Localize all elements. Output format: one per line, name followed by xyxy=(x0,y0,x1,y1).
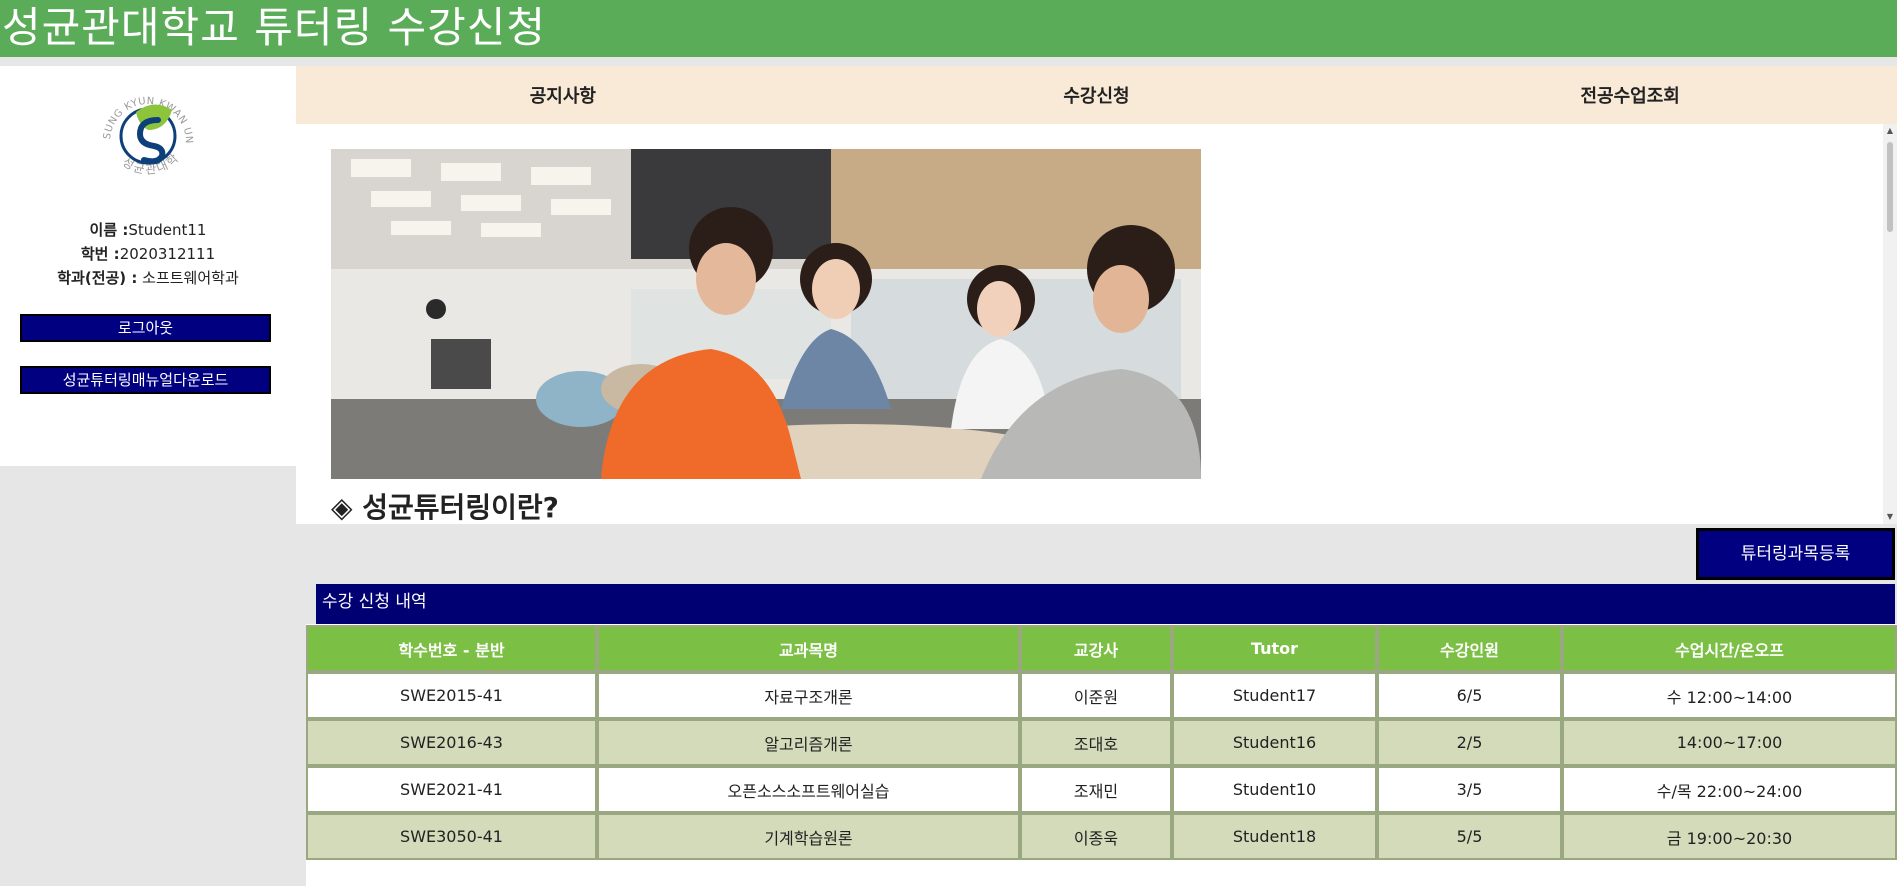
scroll-up-icon[interactable]: ▲ xyxy=(1883,124,1897,138)
table-header-row: 학수번호 - 분반 교과목명 교강사 Tutor 수강인원 수업시간/온오프 xyxy=(306,625,1897,672)
manual-download-button[interactable]: 성균튜터링매뉴얼다운로드 xyxy=(20,366,271,394)
logout-button[interactable]: 로그아웃 xyxy=(20,314,271,342)
instructor-cell: 조재민 xyxy=(1020,766,1172,813)
student-major-row: 학과(전공) : 소프트웨어학과 xyxy=(0,266,296,290)
column-header-course-code: 학수번호 - 분반 xyxy=(306,625,597,672)
table-row[interactable]: SWE2016-43 알고리즘개론 조대호 Student16 2/5 14:0… xyxy=(306,719,1897,766)
table-row[interactable]: SWE2015-41 자료구조개론 이준원 Student17 6/5 수 12… xyxy=(306,672,1897,719)
enrollment-table: 학수번호 - 분반 교과목명 교강사 Tutor 수강인원 수업시간/온오프 S… xyxy=(306,625,1897,860)
student-id-label: 학번 : xyxy=(80,245,120,263)
instructor-cell: 이종욱 xyxy=(1020,813,1172,860)
column-header-enrollment-count: 수강인원 xyxy=(1377,625,1562,672)
column-header-schedule: 수업시간/온오프 xyxy=(1562,625,1897,672)
main-nav: 공지사항 수강신청 전공수업조회 xyxy=(296,66,1897,124)
schedule-cell: 수/목 22:00~24:00 xyxy=(1562,766,1897,813)
tutor-cell: Student10 xyxy=(1172,766,1377,813)
column-header-tutor: Tutor xyxy=(1172,625,1377,672)
enrollment-count-cell: 6/5 xyxy=(1377,672,1562,719)
scrollbar-thumb[interactable] xyxy=(1887,142,1893,232)
content-frame[interactable]: ◈ 성균튜터링이란? ▲ ▼ xyxy=(296,124,1897,524)
app-header: 성균관대학교 튜터링 수강신청 xyxy=(0,0,1897,57)
tutor-cell: Student17 xyxy=(1172,672,1377,719)
schedule-cell: 수 12:00~14:00 xyxy=(1562,672,1897,719)
app-title: 성균관대학교 튜터링 수강신청 xyxy=(2,3,547,52)
student-name-row: 이름 :Student11 xyxy=(0,218,296,242)
nav-item-major-courses[interactable]: 전공수업조회 xyxy=(1363,82,1897,108)
university-logo: SUNG KYUN KWAN UNIVERSITY 성균관대학교 1398 xyxy=(85,69,204,192)
student-major-label: 학과(전공) : xyxy=(57,269,138,287)
nav-item-notices[interactable]: 공지사항 xyxy=(296,82,830,108)
course-code-cell: SWE2021-41 xyxy=(306,766,597,813)
tutor-cell: Student16 xyxy=(1172,719,1377,766)
student-id-value: 2020312111 xyxy=(119,245,216,263)
course-name-cell: 자료구조개론 xyxy=(597,672,1020,719)
schedule-cell: 14:00~17:00 xyxy=(1562,719,1897,766)
table-row[interactable]: SWE3050-41 기계학습원론 이종욱 Student18 5/5 금 19… xyxy=(306,813,1897,860)
content-scrollbar[interactable]: ▲ ▼ xyxy=(1883,124,1897,524)
course-name-cell: 기계학습원론 xyxy=(597,813,1020,860)
course-code-cell: SWE3050-41 xyxy=(306,813,597,860)
tutor-cell: Student18 xyxy=(1172,813,1377,860)
nav-item-enrollment[interactable]: 수강신청 xyxy=(830,82,1364,108)
enrollment-count-cell: 3/5 xyxy=(1377,766,1562,813)
tutoring-photo xyxy=(331,149,1201,479)
course-name-cell: 오픈소스소프트웨어실습 xyxy=(597,766,1020,813)
enrollment-section-title: 수강 신청 내역 xyxy=(316,584,1895,624)
schedule-cell: 금 19:00~20:30 xyxy=(1562,813,1897,860)
student-name-label: 이름 : xyxy=(89,221,129,239)
register-tutoring-button[interactable]: 튜터링과목등록 xyxy=(1696,528,1895,580)
column-header-instructor: 교강사 xyxy=(1020,625,1172,672)
column-header-course-name: 교과목명 xyxy=(597,625,1020,672)
instructor-cell: 조대호 xyxy=(1020,719,1172,766)
course-code-cell: SWE2015-41 xyxy=(306,672,597,719)
student-id-row: 학번 :2020312111 xyxy=(0,242,296,266)
student-major-value: 소프트웨어학과 xyxy=(142,269,239,287)
content-heading: ◈ 성균튜터링이란? xyxy=(331,491,559,524)
course-name-cell: 알고리즘개론 xyxy=(597,719,1020,766)
enrollment-count-cell: 5/5 xyxy=(1377,813,1562,860)
student-name-value: Student11 xyxy=(128,221,207,239)
instructor-cell: 이준원 xyxy=(1020,672,1172,719)
course-code-cell: SWE2016-43 xyxy=(306,719,597,766)
enrollment-count-cell: 2/5 xyxy=(1377,719,1562,766)
student-info: 이름 :Student11 학번 :2020312111 학과(전공) : 소프… xyxy=(0,218,296,290)
enrollment-table-container: 학수번호 - 분반 교과목명 교강사 Tutor 수강인원 수업시간/온오프 S… xyxy=(306,624,1897,886)
scroll-down-icon[interactable]: ▼ xyxy=(1883,510,1897,524)
table-row[interactable]: SWE2021-41 오픈소스소프트웨어실습 조재민 Student10 3/5… xyxy=(306,766,1897,813)
sidebar: SUNG KYUN KWAN UNIVERSITY 성균관대학교 1398 이름… xyxy=(0,66,296,466)
